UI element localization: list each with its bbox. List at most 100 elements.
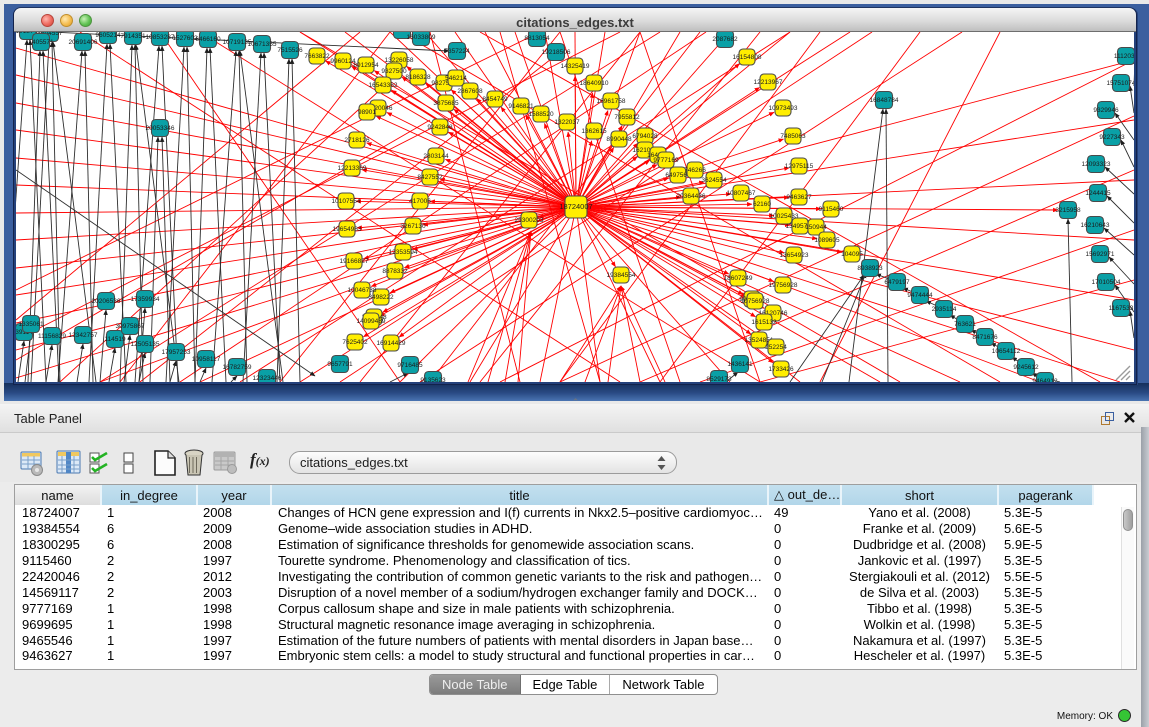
svg-text:20691406: 20691406 [69, 39, 98, 46]
svg-text:17359934: 17359934 [131, 296, 160, 303]
svg-text:7357224: 7357224 [444, 48, 470, 55]
svg-text:3215958: 3215958 [1055, 207, 1081, 214]
svg-text:9605214: 9605214 [95, 32, 121, 39]
svg-text:9329946: 9329946 [1093, 107, 1119, 114]
svg-text:417006: 417006 [409, 198, 431, 205]
svg-text:10958117: 10958117 [192, 356, 221, 363]
svg-text:7485063: 7485063 [780, 133, 806, 140]
svg-text:20206536: 20206536 [92, 298, 121, 305]
svg-text:150944: 150944 [805, 224, 827, 231]
svg-text:19654983: 19654983 [333, 226, 362, 233]
svg-text:104095: 104095 [841, 251, 863, 258]
svg-text:12505135: 12505135 [131, 341, 160, 348]
svg-text:12975115: 12975115 [785, 163, 814, 170]
svg-text:7663822: 7663822 [304, 53, 330, 60]
svg-text:7914351: 7914351 [120, 33, 146, 40]
svg-text:13654923: 13654923 [780, 252, 809, 259]
svg-text:8990448: 8990448 [606, 136, 632, 143]
svg-text:9146821: 9146821 [508, 103, 534, 110]
svg-text:1089605: 1089605 [814, 237, 840, 244]
svg-text:17010504: 17010504 [1092, 279, 1121, 286]
svg-text:10107554: 10107554 [332, 198, 361, 205]
svg-text:7625402: 7625402 [342, 339, 368, 346]
svg-text:8938923: 8938923 [857, 265, 883, 272]
svg-text:9474444: 9474444 [907, 292, 933, 299]
svg-text:7955812: 7955812 [614, 114, 640, 121]
svg-text:16033809: 16033809 [407, 34, 436, 41]
svg-text:3875685: 3875685 [433, 100, 459, 107]
svg-text:10853287: 10853287 [146, 34, 175, 41]
svg-text:12213369: 12213369 [338, 165, 367, 172]
svg-text:9777169: 9777169 [653, 157, 679, 164]
svg-text:12093323: 12093323 [1082, 161, 1111, 168]
svg-text:3498222: 3498222 [368, 294, 394, 301]
svg-text:10671355: 10671355 [248, 41, 277, 48]
svg-text:98901: 98901 [358, 109, 376, 116]
svg-text:10973493: 10973493 [769, 105, 798, 112]
svg-text:12213967: 12213967 [754, 79, 783, 86]
svg-text:9227343: 9227343 [1099, 134, 1125, 141]
svg-text:30975867: 30975867 [116, 323, 145, 330]
svg-text:1733426: 1733426 [768, 366, 794, 373]
svg-text:20053346: 20053346 [146, 125, 175, 132]
svg-text:9115460: 9115460 [819, 206, 844, 213]
svg-text:19384554: 19384554 [607, 272, 636, 279]
svg-text:252254: 252254 [765, 344, 787, 351]
svg-text:1362615: 1362615 [581, 128, 607, 135]
svg-text:16210643: 16210643 [1081, 222, 1110, 229]
svg-text:1615132: 1615132 [751, 319, 777, 326]
svg-text:2935114: 2935114 [932, 306, 957, 313]
svg-text:1588520: 1588520 [528, 111, 554, 118]
svg-text:2867608: 2867608 [457, 88, 483, 95]
svg-text:746266: 746266 [684, 167, 706, 174]
svg-text:16914429: 16914429 [377, 340, 406, 347]
svg-text:16154808: 16154808 [733, 54, 762, 61]
svg-text:6466160: 6466160 [195, 36, 221, 43]
svg-text:19166827: 19166827 [340, 258, 369, 265]
svg-text:19756928: 19756928 [769, 282, 798, 289]
svg-text:9464912: 9464912 [1032, 378, 1058, 382]
svg-text:3267130: 3267130 [400, 223, 426, 230]
svg-text:114519: 114519 [104, 336, 126, 343]
svg-text:18607249: 18607249 [724, 275, 753, 282]
svg-text:16961758: 16961758 [597, 98, 626, 105]
svg-text:9716485: 9716485 [397, 362, 423, 369]
svg-text:9135623: 9135623 [420, 377, 446, 382]
svg-text:10807467: 10807467 [727, 190, 756, 197]
svg-text:1436141: 1436141 [727, 361, 753, 368]
svg-text:1322037: 1322037 [554, 119, 580, 126]
svg-text:16543362: 16543362 [369, 82, 398, 89]
svg-text:1405571: 1405571 [28, 39, 54, 46]
svg-text:6794028: 6794028 [632, 133, 658, 140]
svg-text:20364436: 20364436 [677, 193, 706, 200]
svg-text:15751074: 15751074 [1107, 80, 1134, 87]
svg-text:1335061: 1335061 [18, 321, 44, 328]
svg-text:12353594: 12353594 [389, 249, 418, 256]
svg-text:18724007: 18724007 [559, 202, 592, 211]
svg-text:9657791: 9657791 [327, 361, 353, 368]
svg-text:2718126: 2718126 [344, 137, 370, 144]
svg-text:1527602: 1527602 [172, 35, 198, 42]
svg-text:9463627: 9463627 [786, 194, 812, 201]
svg-text:14325419: 14325419 [561, 63, 590, 70]
svg-text:546214: 546214 [445, 75, 467, 82]
svg-text:25300203: 25300203 [515, 217, 544, 224]
svg-text:8186328: 8186328 [405, 74, 431, 81]
svg-text:8878332: 8878332 [382, 268, 408, 275]
svg-text:10046738: 10046738 [348, 287, 377, 294]
svg-text:62160: 62160 [753, 201, 771, 208]
svg-text:12342757: 12342757 [69, 332, 98, 339]
svg-text:6479197: 6479197 [884, 279, 910, 286]
svg-text:9327500: 9327500 [381, 68, 407, 75]
svg-text:10756928: 10756928 [741, 298, 770, 305]
svg-text:3624554: 3624554 [701, 177, 727, 184]
svg-text:12323446: 12323446 [253, 375, 282, 382]
svg-text:16782759: 16782759 [223, 364, 252, 371]
svg-text:8427552: 8427552 [417, 174, 443, 181]
svg-text:2803144: 2803144 [423, 153, 449, 160]
svg-text:18640910: 18640910 [580, 80, 609, 87]
svg-text:1167533: 1167533 [1109, 305, 1134, 312]
svg-text:19218506: 19218506 [542, 49, 571, 56]
svg-text:8454749: 8454749 [482, 96, 508, 103]
svg-text:8471676: 8471676 [972, 334, 998, 341]
